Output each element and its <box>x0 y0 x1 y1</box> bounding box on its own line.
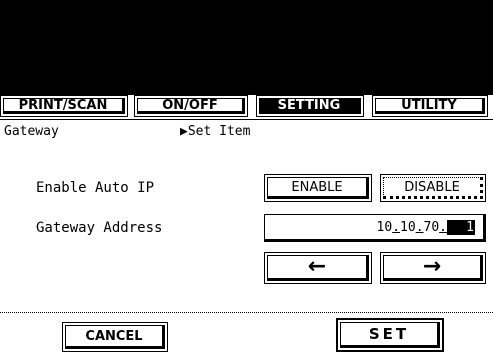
footer-divider <box>0 312 493 313</box>
octet-separator: . <box>439 219 447 235</box>
tab-utility-label: UTILITY <box>375 98 485 114</box>
play-marker-icon: ▶ <box>180 124 188 139</box>
tab-utility[interactable]: UTILITY <box>372 95 488 117</box>
tab-divider <box>0 119 493 120</box>
right-arrow-button[interactable]: → <box>380 252 486 284</box>
enable-button[interactable]: ENABLE <box>264 174 372 202</box>
set-button[interactable]: SET <box>336 318 444 352</box>
arrow-right-icon: → <box>422 254 442 279</box>
gateway-address-label: Gateway Address <box>36 220 163 236</box>
right-arrow-button-face: → <box>383 255 483 281</box>
page-title: Gateway <box>4 124 59 139</box>
tab-on-off-label: ON/OFF <box>137 98 245 114</box>
tab-print-scan-label: PRINT/SCAN <box>3 98 125 114</box>
status-display-area <box>0 0 493 95</box>
octet-separator: . <box>392 219 401 235</box>
octet-4-selected[interactable]: 1 <box>447 219 475 235</box>
octet-1: 10 <box>376 219 393 235</box>
disable-button-label: DISABLE <box>383 177 483 199</box>
gateway-address-field[interactable]: 10. 10. 70. 1 <box>264 214 486 242</box>
tab-setting[interactable]: SETTING <box>256 95 364 117</box>
octet-3: 70 <box>423 219 440 235</box>
enable-button-label: ENABLE <box>267 177 369 199</box>
tab-on-off[interactable]: ON/OFF <box>134 95 248 117</box>
cancel-button-label: CANCEL <box>65 325 165 349</box>
breadcrumb: ▶Set Item <box>180 124 250 139</box>
arrow-left-icon: ← <box>307 254 327 279</box>
tab-print-scan[interactable]: PRINT/SCAN <box>0 95 128 117</box>
disable-button[interactable]: DISABLE <box>380 174 486 202</box>
set-button-label: SET <box>340 322 440 348</box>
tab-setting-label: SETTING <box>259 98 361 114</box>
breadcrumb-label: Set Item <box>187 124 251 139</box>
octet-2: 10 <box>400 219 416 235</box>
octet-separator: . <box>415 219 424 235</box>
auto-ip-label: Enable Auto IP <box>36 180 155 196</box>
left-arrow-button-face: ← <box>267 255 369 281</box>
left-arrow-button[interactable]: ← <box>264 252 372 284</box>
cancel-button[interactable]: CANCEL <box>62 322 168 352</box>
